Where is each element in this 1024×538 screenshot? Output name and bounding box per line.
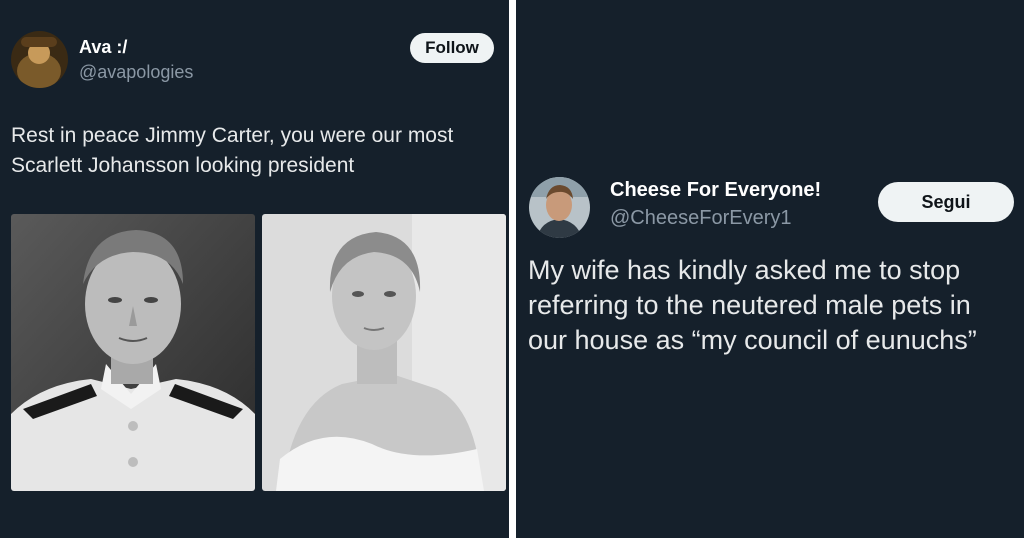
tweet-text-line: Scarlett Johansson looking president	[11, 154, 355, 177]
cheese-avatar[interactable]	[529, 177, 590, 238]
jimmy-carter-photo[interactable]	[11, 214, 255, 491]
cheese-display-name[interactable]: Cheese For Everyone!	[610, 179, 821, 202]
tweet-text-line: Rest in peace Jimmy Carter, you were our…	[11, 124, 454, 147]
follow-button[interactable]: Follow	[410, 33, 494, 63]
ava-handle[interactable]: @avapologies	[79, 62, 193, 83]
cheese-handle[interactable]: @CheeseForEvery1	[610, 207, 791, 230]
ava-avatar[interactable]	[11, 31, 68, 88]
tweet-text-line: our house as “my council of eunuchs”	[528, 325, 977, 355]
tweet-text-line: My wife has kindly asked me to stop	[528, 255, 961, 285]
ava-display-name[interactable]: Ava :/	[79, 37, 127, 58]
scarlett-johansson-photo[interactable]	[262, 214, 506, 491]
segui-button[interactable]: Segui	[878, 182, 1014, 222]
tweet-text-line: referring to the neutered male pets in	[528, 290, 971, 320]
